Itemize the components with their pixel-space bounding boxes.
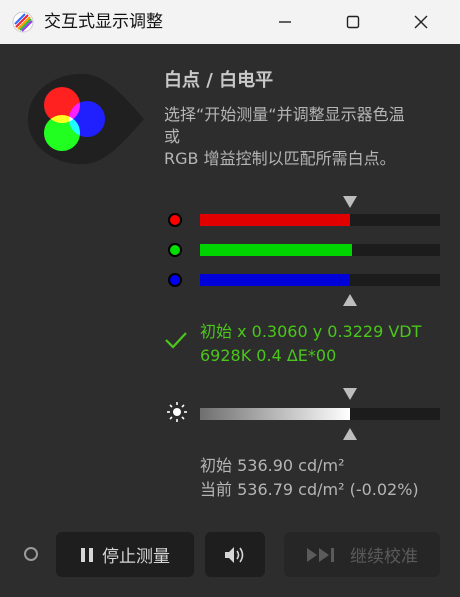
adjustment-panel: 白点 / 白电平 选择“开始测量“并调整显示器色温 或 RGB 增益控制以匹配所… bbox=[0, 44, 460, 597]
red-channel-indicator bbox=[168, 213, 182, 227]
luminance-target-marker-top bbox=[343, 388, 357, 400]
minimize-icon bbox=[279, 21, 291, 23]
luminance-level-fill bbox=[200, 408, 350, 420]
speaker-icon bbox=[225, 546, 244, 563]
title-bar: 交互式显示调整 bbox=[0, 0, 460, 44]
luminance-initial: 初始 536.90 cd/m² bbox=[200, 456, 345, 475]
status-indicator bbox=[24, 547, 38, 561]
green-channel-indicator bbox=[168, 243, 182, 257]
rgb-target-illustration bbox=[28, 73, 144, 165]
maximize-icon bbox=[346, 15, 360, 29]
close-icon bbox=[414, 15, 428, 29]
checkmark-icon bbox=[165, 332, 187, 349]
rainbow-swirl-icon bbox=[12, 11, 34, 33]
sound-toggle-button[interactable] bbox=[205, 532, 265, 577]
maximize-button[interactable] bbox=[330, 0, 376, 44]
luminance-readings: 初始 536.90 cd/m² 当前 536.79 cd/m² (-0.02%) bbox=[200, 454, 419, 502]
green-level-fill bbox=[200, 244, 352, 256]
luminance-level-bar bbox=[200, 408, 440, 420]
rgb-target-marker-top bbox=[343, 196, 357, 208]
minimize-button[interactable] bbox=[262, 0, 308, 44]
instructions-text: 选择“开始测量“并调整显示器色温 或 RGB 增益控制以匹配所需白点。 bbox=[164, 105, 405, 168]
red-level-bar bbox=[200, 214, 440, 226]
blue-channel-indicator bbox=[168, 273, 182, 287]
resume-calibration-label: 继续校准 bbox=[350, 547, 418, 567]
green-level-bar bbox=[200, 244, 440, 256]
red-level-fill bbox=[200, 214, 350, 226]
blue-level-fill bbox=[200, 274, 350, 286]
close-button[interactable] bbox=[398, 0, 444, 44]
stop-measurement-label: 停止测量 bbox=[102, 547, 170, 567]
status-line-2: 6928K 0.4 ΔE*00 bbox=[200, 346, 337, 365]
resume-calibration-button[interactable]: 继续校准 bbox=[284, 532, 440, 577]
stop-measurement-button[interactable]: 停止测量 bbox=[56, 532, 194, 577]
pause-icon bbox=[81, 547, 93, 562]
section-heading: 白点 / 白电平 bbox=[164, 70, 274, 91]
measurement-status: 初始 x 0.3060 y 0.3229 VDT 6928K 0.4 ΔE*00 bbox=[200, 320, 421, 368]
blue-level-bar bbox=[200, 274, 440, 286]
skip-forward-icon bbox=[307, 547, 334, 562]
window-title: 交互式显示调整 bbox=[44, 12, 163, 32]
luminance-current: 当前 536.79 cd/m² (-0.02%) bbox=[200, 480, 419, 499]
sun-icon bbox=[167, 402, 187, 422]
luminance-target-marker-bottom bbox=[343, 428, 357, 440]
rgb-target-marker-bottom bbox=[343, 294, 357, 306]
status-line-1: 初始 x 0.3060 y 0.3229 VDT bbox=[200, 322, 422, 341]
